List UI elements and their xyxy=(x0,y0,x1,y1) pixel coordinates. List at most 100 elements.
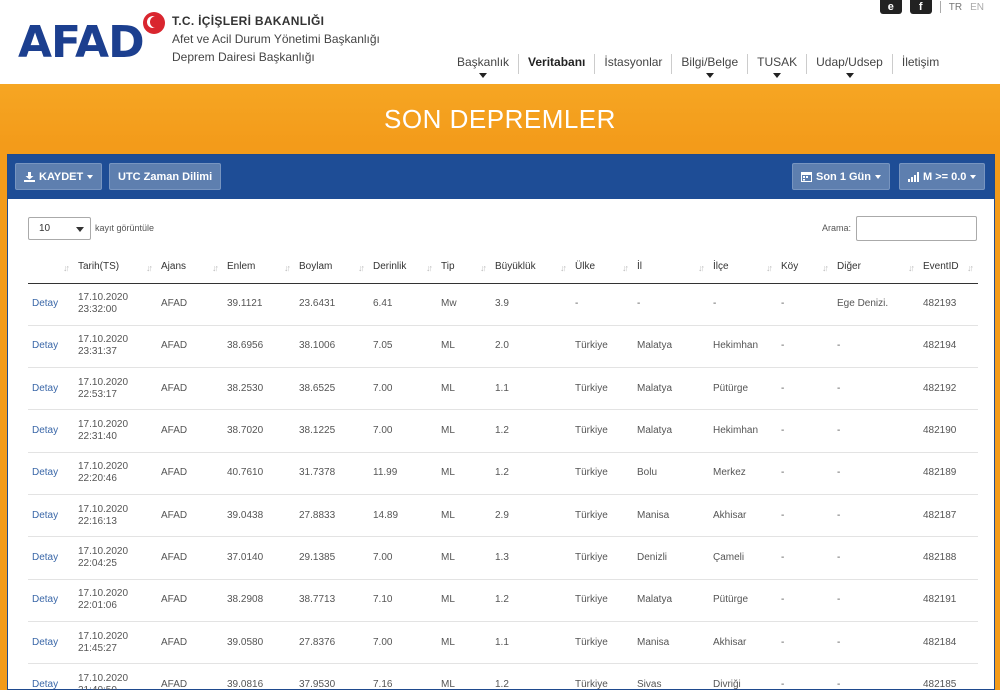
sort-icon[interactable]: ↓↑ xyxy=(822,263,829,273)
lang-tr-link[interactable]: TR xyxy=(949,2,962,13)
column-header-label: EventID xyxy=(923,261,959,273)
earthquake-panel: KAYDET UTC Zaman Dilimi Son 1 Gün M >= 0… xyxy=(7,154,995,690)
column-header[interactable]: Büyüklük ↓↑ xyxy=(491,251,571,284)
detail-link[interactable]: Detay xyxy=(28,409,74,453)
detail-link[interactable]: Detay xyxy=(28,536,74,580)
table-row[interactable]: Detay 17.10.2020 22:31:40 AFAD 38.7020 38.122… xyxy=(28,409,978,453)
table-row[interactable]: Detay 17.10.2020 23:32:00 AFAD 39.1121 23.643… xyxy=(28,283,978,326)
sort-icon[interactable]: ↓↑ xyxy=(358,263,365,273)
nav-item-0[interactable]: Başkanlık xyxy=(448,54,520,78)
table-cell: 2.0 xyxy=(491,325,571,369)
table-row[interactable]: Detay 17.10.2020 22:04:25 AFAD 37.0140 29.138… xyxy=(28,536,978,580)
column-header[interactable]: Enlem ↓↑ xyxy=(223,251,295,284)
table-row[interactable]: Detay 17.10.2020 22:01:06 AFAD 38.2908 38.771… xyxy=(28,579,978,622)
column-header[interactable]: Boylam ↓↑ xyxy=(295,251,369,284)
table-row[interactable]: Detay 17.10.2020 23:31:37 AFAD 38.6956 38.100… xyxy=(28,325,978,369)
nav-item-4[interactable]: TUSAK xyxy=(748,54,808,78)
save-button[interactable]: KAYDET xyxy=(15,163,103,190)
column-header[interactable]: Tarih(TS) ↓↑ xyxy=(74,251,157,284)
table-row[interactable]: Detay 17.10.2020 21:45:27 AFAD 39.0580 27.837… xyxy=(28,621,978,665)
search-input[interactable] xyxy=(856,216,977,241)
column-header[interactable]: Köy ↓↑ xyxy=(777,251,833,284)
chevron-down-icon xyxy=(773,73,782,78)
table-cell: 482190 xyxy=(919,409,978,453)
table-cell: Merkez xyxy=(709,452,777,495)
afad-logo[interactable]: AFAD xyxy=(18,12,165,68)
nav-item-6[interactable]: İletişim xyxy=(893,54,948,74)
detail-link[interactable]: Detay xyxy=(28,579,74,622)
column-header[interactable]: Derinlik ↓↑ xyxy=(369,251,437,284)
table-row[interactable]: Detay 17.10.2020 22:20:46 AFAD 40.7610 31.737… xyxy=(28,452,978,495)
table-cell: 11.99 xyxy=(369,452,437,495)
table-cell: - xyxy=(777,536,833,580)
column-header[interactable]: Tip ↓↑ xyxy=(437,251,491,284)
period-filter-button[interactable]: Son 1 Gün xyxy=(792,163,890,190)
table-cell: 482187 xyxy=(919,494,978,538)
table-cell: ML xyxy=(437,325,491,369)
utc-timezone-button[interactable]: UTC Zaman Dilimi xyxy=(109,163,222,190)
main-nav: Başkanlık Veritabanı İstasyonlar Bilgi/Belg… xyxy=(448,54,948,78)
date-value: 17.10.2020 xyxy=(78,545,129,557)
sort-icon[interactable]: ↓↑ xyxy=(426,263,433,273)
sort-icon[interactable]: ↓↑ xyxy=(908,263,915,273)
column-header[interactable]: İlçe ↓↑ xyxy=(709,251,777,284)
table-cell: Ege Denizi. xyxy=(833,283,919,326)
sort-icon[interactable]: ↓↑ xyxy=(967,263,974,273)
nav-item-3[interactable]: Bilgi/Belge xyxy=(672,54,749,78)
sort-icon[interactable]: ↓↑ xyxy=(698,263,705,273)
table-cell: ML xyxy=(437,579,491,622)
sort-icon[interactable]: ↓↑ xyxy=(284,263,291,273)
table-header-row: ↓↑ Tarih(TS) ↓↑ Ajans ↓↑ Enlem ↓↑ Boylam ↓↑ Derin… xyxy=(28,251,978,284)
table-cell: 38.7713 xyxy=(295,579,369,622)
date-value: 17.10.2020 xyxy=(78,630,129,642)
search-label: Arama: xyxy=(822,223,852,233)
magnitude-filter-button[interactable]: M >= 0.0 xyxy=(899,163,986,190)
column-header[interactable]: Diğer ↓↑ xyxy=(833,251,919,284)
detail-link[interactable]: Detay xyxy=(28,621,74,665)
date-time-cell: 17.10.2020 21:45:27 xyxy=(74,621,157,665)
column-header[interactable]: Ülke ↓↑ xyxy=(571,251,633,284)
crescent-icon xyxy=(143,12,165,34)
table-row[interactable]: Detay 17.10.2020 22:53:17 AFAD 38.2530 38.652… xyxy=(28,367,978,411)
page-length-select[interactable]: 10 xyxy=(28,217,91,240)
detail-link[interactable]: Detay xyxy=(28,663,74,690)
sort-icon[interactable]: ↓↑ xyxy=(480,263,487,273)
sort-icon[interactable]: ↓↑ xyxy=(622,263,629,273)
sort-icon[interactable]: ↓↑ xyxy=(146,263,153,273)
table-cell: Türkiye xyxy=(571,325,633,369)
sort-icon[interactable]: ↓↑ xyxy=(560,263,567,273)
table-row[interactable]: Detay 17.10.2020 22:16:13 AFAD 39.0438 27.883… xyxy=(28,494,978,538)
sort-icon[interactable]: ↓↑ xyxy=(63,263,70,273)
detail-link[interactable]: Detay xyxy=(28,367,74,411)
table-cell: - xyxy=(833,663,919,690)
page-length-label: kayıt görüntüle xyxy=(95,223,155,233)
detail-link[interactable]: Detay xyxy=(28,494,74,538)
sort-icon[interactable]: ↓↑ xyxy=(212,263,219,273)
table-cell: ML xyxy=(437,367,491,411)
detail-link[interactable]: Detay xyxy=(28,452,74,495)
nav-item-5[interactable]: Udap/Udsep xyxy=(807,54,893,78)
column-header-label: Büyüklük xyxy=(495,261,536,273)
calendar-icon xyxy=(801,172,812,182)
table-cell: - xyxy=(777,283,833,326)
column-header[interactable]: ↓↑ xyxy=(28,251,74,284)
table-cell: AFAD xyxy=(157,494,223,538)
column-header[interactable]: EventID ↓↑ xyxy=(919,251,978,284)
column-header[interactable]: Ajans ↓↑ xyxy=(157,251,223,284)
nav-item-1[interactable]: Veritabanı xyxy=(519,54,596,74)
detail-link[interactable]: Detay xyxy=(28,325,74,369)
table-row[interactable]: Detay17.10.202021:40:50AFAD39.081637.953… xyxy=(28,663,978,690)
table-cell: Türkiye xyxy=(571,367,633,411)
facebook-icon[interactable]: f xyxy=(909,0,932,14)
column-header[interactable]: İl ↓↑ xyxy=(633,251,709,284)
lang-en-link[interactable]: EN xyxy=(970,2,984,13)
nav-item-2[interactable]: İstasyonlar xyxy=(595,54,673,74)
sort-icon[interactable]: ↓↑ xyxy=(766,263,773,273)
table-cell: Çameli xyxy=(709,536,777,580)
table-cell: AFAD xyxy=(157,621,223,665)
table-cell: Hekimhan xyxy=(709,325,777,369)
table-cell: 39.0816 xyxy=(223,663,295,690)
date-time-cell: 17.10.2020 22:04:25 xyxy=(74,536,157,580)
e-devlet-icon[interactable]: e xyxy=(879,0,902,14)
detail-link[interactable]: Detay xyxy=(28,283,74,326)
